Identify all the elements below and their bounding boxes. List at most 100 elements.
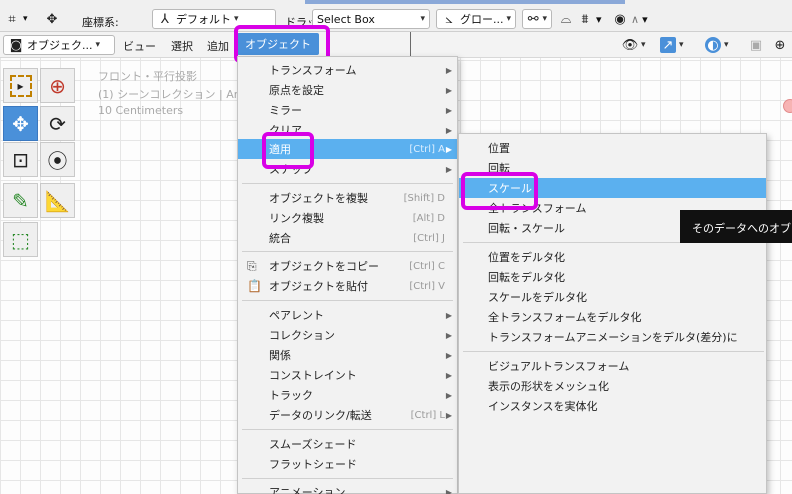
menu-item-snap[interactable]: スナップ ▶ — [238, 159, 457, 179]
global-axis-icon: ⦣ — [445, 11, 453, 27]
submenu-arrow-icon: ▶ — [445, 65, 452, 75]
menu-item-shade-smooth[interactable]: スムーズシェード — [238, 434, 457, 454]
xray-icon[interactable]: ▣ — [748, 37, 764, 53]
menu-item-track[interactable]: トラック ▶ — [238, 385, 457, 405]
menu-item-join[interactable]: 統合 [Ctrl] J — [238, 228, 457, 248]
add-menu[interactable]: 追加 — [207, 38, 229, 54]
menu-item-apply[interactable]: 適用 [Ctrl] A ▶ — [238, 139, 457, 159]
menu-item-set-origin[interactable]: 原点を設定 ▶ — [238, 80, 457, 100]
menu-item-relations[interactable]: 関係 ▶ — [238, 345, 457, 365]
menu-item-clear[interactable]: クリア ▶ — [238, 120, 457, 140]
gizmo-dropdown[interactable]: ↗ ▾ — [655, 35, 693, 55]
grid-scale-label: 10 Centimeters — [98, 104, 184, 117]
menu-item-paste-objects[interactable]: 📋 オブジェクトを貼付 [Ctrl] V — [238, 276, 457, 296]
workspace-tabs-strip[interactable] — [305, 0, 625, 4]
menu-item-link-transfer-data[interactable]: データのリンク/転送 [Ctrl] L ▶ — [238, 405, 457, 425]
pivot-point-dropdown[interactable]: ⦣ グロー... ▾ — [436, 9, 516, 29]
submenu-arrow-icon: ▶ — [445, 390, 452, 400]
rotate-tool[interactable]: ⟳ — [40, 106, 75, 141]
snap-target-dropdown[interactable]: ⚯ ▾ — [522, 9, 552, 29]
object-mode-icon: ◙ — [9, 37, 23, 53]
apply-location-to-deltas[interactable]: 位置をデルタ化 — [459, 247, 766, 267]
gizmo-icon: ↗ — [660, 37, 676, 53]
chevron-down-icon: ▾ — [420, 14, 425, 24]
menu-item-animation[interactable]: アニメーション ▶ — [238, 482, 457, 494]
menu-item-duplicate[interactable]: オブジェクトを複製 [Shift] D — [238, 188, 457, 208]
select-menu[interactable]: 選択 — [171, 38, 193, 54]
move-tool[interactable]: ✥ — [3, 106, 38, 141]
apply-rotation[interactable]: 回転 — [459, 158, 766, 178]
apply-scale[interactable]: スケール — [459, 178, 766, 198]
tooltip: そのデータへのオブ — [680, 210, 792, 243]
object-menu[interactable]: オブジェクト — [237, 33, 319, 55]
move-arrows-icon: ✥ — [12, 111, 29, 136]
annotate-tool[interactable]: ✎ — [3, 183, 38, 218]
menu-item-constraint[interactable]: コンストレイント ▶ — [238, 365, 457, 385]
overlay-icon: ◐ — [705, 37, 721, 53]
orientation-dropdown[interactable]: ⅄ デフォルト ▾ — [152, 9, 276, 29]
proportional-edit-toggle[interactable]: ◉ ∧ ▾ — [612, 8, 648, 30]
menu-separator — [242, 429, 453, 430]
proportional-edit-icon: ◉ — [614, 11, 626, 27]
apply-animated-transforms-to-deltas[interactable]: トランスフォームアニメーションをデルタ(差分)に — [459, 327, 766, 347]
submenu-arrow-icon: ▶ — [445, 410, 452, 420]
transform-tool[interactable]: ⦿ — [40, 142, 75, 177]
submenu-arrow-icon: ▶ — [445, 105, 452, 115]
snap-toggle[interactable]: ⌓ ⩩ ▾ — [558, 8, 602, 30]
submenu-arrow-icon: ▶ — [445, 350, 452, 360]
apply-visual-transform[interactable]: ビジュアルトランスフォーム — [459, 356, 766, 376]
add-cube-tool[interactable]: ⬚ — [3, 222, 38, 257]
submenu-arrow-icon: ▶ — [445, 330, 452, 340]
menu-item-shade-flat[interactable]: フラットシェード — [238, 454, 457, 474]
chevron-down-icon: ▾ — [234, 14, 239, 24]
apply-visual-geometry-to-mesh[interactable]: 表示の形状をメッシュ化 — [459, 376, 766, 396]
visibility-dropdown[interactable]: 👁 ▾ — [617, 35, 651, 55]
menu-separator — [242, 251, 453, 252]
viewport-header: ◙ オブジェク... ▾ ビュー 選択 追加 👁 ▾ ↗ ▾ ◐ ▾ ▣ ⊕ — [0, 32, 792, 58]
object-origin-dot[interactable] — [783, 99, 792, 113]
view-name: フロント・平行投影 — [98, 70, 197, 83]
apply-location[interactable]: 位置 — [459, 138, 766, 158]
transform-icon: ⦿ — [47, 149, 68, 173]
menu-item-transform[interactable]: トランスフォーム ▶ — [238, 60, 457, 80]
submenu-arrow-icon: ▶ — [445, 370, 452, 380]
menu-item-copy-objects[interactable]: ⎘ オブジェクトをコピー [Ctrl] C — [238, 256, 457, 276]
wireframe-shading-icon[interactable]: ⊕ — [772, 37, 788, 53]
chevron-down-icon: ▾ — [506, 14, 512, 24]
overlay-dropdown[interactable]: ◐ ▾ — [700, 35, 738, 55]
collection-label: (1) シーンコレクション | Ar — [98, 88, 239, 101]
scale-tool[interactable]: ⊡ — [3, 142, 38, 177]
apply-scale-to-deltas[interactable]: スケールをデルタ化 — [459, 287, 766, 307]
menu-item-duplicate-linked[interactable]: リンク複製 [Alt] D — [238, 208, 457, 228]
chevron-down-icon: ▾ — [642, 12, 648, 26]
snap-increment-icon: ⩩ — [581, 11, 589, 27]
transform-pivot-dropdown[interactable]: ⌗ ▾ — [4, 8, 27, 30]
submenu-arrow-icon: ▶ — [445, 85, 452, 95]
chevron-down-icon: ▾ — [596, 12, 602, 26]
chevron-down-icon: ▾ — [679, 40, 684, 50]
copy-icon: ⎘ — [247, 258, 257, 273]
apply-rotation-to-deltas[interactable]: 回転をデルタ化 — [459, 267, 766, 287]
chevron-down-icon: ▾ — [95, 40, 101, 50]
cursor-target-icon: ⊕ — [49, 73, 66, 98]
apply-all-transforms-to-deltas[interactable]: 全トランスフォームをデルタ化 — [459, 307, 766, 327]
chevron-down-icon: ▾ — [641, 40, 646, 50]
chevron-down-icon: ▾ — [724, 40, 729, 50]
cursor-line — [410, 32, 411, 56]
move-arrows-icon: ✥ — [46, 11, 58, 27]
measure-tool[interactable]: 📐 — [40, 183, 75, 218]
move-gizmo-button[interactable]: ✥ — [44, 8, 60, 30]
submenu-arrow-icon: ▶ — [445, 164, 452, 174]
select-mode-dropdown[interactable]: Select Box ▾ — [312, 9, 430, 29]
menu-item-collection[interactable]: コレクション ▶ — [238, 325, 457, 345]
select-box-tool[interactable]: ▸ — [3, 68, 38, 103]
menu-item-parent[interactable]: ペアレント ▶ — [238, 305, 457, 325]
submenu-arrow-icon: ▶ — [445, 125, 452, 135]
make-instances-real[interactable]: インスタンスを実体化 — [459, 396, 766, 416]
menu-item-mirror[interactable]: ミラー ▶ — [238, 100, 457, 120]
magnet-icon: ⌓ — [560, 11, 572, 27]
menu-separator — [242, 183, 453, 184]
cursor-tool[interactable]: ⊕ — [40, 68, 75, 103]
view-menu[interactable]: ビュー — [123, 38, 156, 54]
mode-dropdown[interactable]: ◙ オブジェク... ▾ — [3, 35, 115, 55]
